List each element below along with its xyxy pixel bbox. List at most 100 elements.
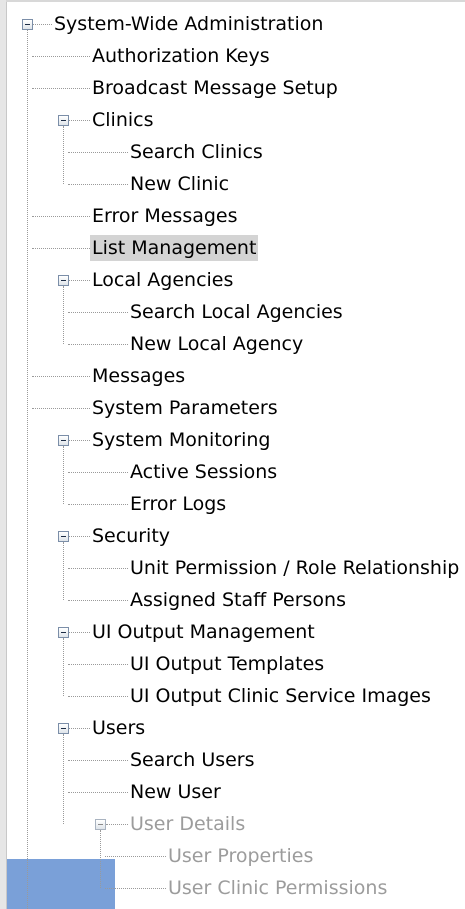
tree-node-broadcast-message-setup[interactable]: Broadcast Message Setup xyxy=(90,73,340,103)
tree-node-label: UI Output Clinic Service Images xyxy=(130,685,431,707)
collapse-toggle-icon[interactable] xyxy=(22,19,33,30)
tree-connector-horizontal xyxy=(68,184,128,185)
tree-node-label: User Properties xyxy=(168,845,314,867)
tree-node-user-properties: User Properties xyxy=(166,841,315,871)
tree-connector-horizontal xyxy=(68,568,128,569)
tree-node-list-management[interactable]: List Management xyxy=(90,233,259,263)
tree-node-system-parameters[interactable]: System Parameters xyxy=(90,393,280,423)
tree-node-label: Broadcast Message Setup xyxy=(92,77,338,99)
tree-node-label: Search Users xyxy=(130,749,255,771)
tree-node-label: System Parameters xyxy=(92,397,278,419)
tree-node-assigned-staff-persons[interactable]: Assigned Staff Persons xyxy=(128,585,348,615)
tree-connector-horizontal xyxy=(68,600,128,601)
tree-node-label: Clinics xyxy=(92,109,154,131)
tree-connector-horizontal xyxy=(69,632,90,633)
tree-connector-vertical xyxy=(100,830,101,888)
tree-node-label: Search Local Agencies xyxy=(130,301,343,323)
tree-node-local-agencies[interactable]: Local Agencies xyxy=(90,265,235,295)
tree-node-label: Users xyxy=(92,717,146,739)
tree-node-label: New User xyxy=(130,781,221,803)
tree-connector-horizontal xyxy=(68,664,128,665)
tree-connector-horizontal xyxy=(69,120,90,121)
tree-node-new-clinic[interactable]: New Clinic xyxy=(128,169,231,199)
tree-node-label: List Management xyxy=(90,235,259,261)
collapse-toggle-icon[interactable] xyxy=(58,115,69,126)
tree-connector-horizontal xyxy=(33,24,52,25)
tree-connector-vertical xyxy=(63,286,64,344)
tree-node-ui-output-management[interactable]: UI Output Management xyxy=(90,617,317,647)
tree-connector-vertical xyxy=(63,638,64,696)
tree-node-clinics[interactable]: Clinics xyxy=(90,105,156,135)
top-frame-border xyxy=(6,0,465,2)
tree-connector-horizontal xyxy=(69,440,90,441)
tree-node-system-wide-administration[interactable]: System-Wide Administration xyxy=(52,9,325,39)
tree-connector-horizontal xyxy=(68,792,128,793)
tree-node-search-local-agencies[interactable]: Search Local Agencies xyxy=(128,297,345,327)
tree-node-ui-output-templates[interactable]: UI Output Templates xyxy=(128,649,326,679)
tree-node-system-monitoring[interactable]: System Monitoring xyxy=(90,425,273,455)
tree-node-label: Active Sessions xyxy=(130,461,278,483)
tree-node-label: Local Agencies xyxy=(92,269,234,291)
tree-connector-vertical xyxy=(63,446,64,504)
tree-connector-horizontal xyxy=(68,312,128,313)
tree-connector-horizontal xyxy=(106,824,128,825)
tree-node-authorization-keys[interactable]: Authorization Keys xyxy=(90,41,272,71)
collapse-toggle-icon[interactable] xyxy=(58,723,69,734)
collapse-toggle-icon[interactable] xyxy=(58,435,69,446)
tree-node-label: Search Clinics xyxy=(130,141,263,163)
tree-node-messages[interactable]: Messages xyxy=(90,361,187,391)
collapse-toggle-icon[interactable] xyxy=(58,627,69,638)
tree-node-label: Error Logs xyxy=(130,493,227,515)
tree-connector-horizontal xyxy=(68,760,128,761)
collapse-toggle-icon xyxy=(95,819,106,830)
tree-node-label: New Clinic xyxy=(130,173,230,195)
tree-connector-horizontal xyxy=(32,56,90,57)
tree-node-new-user[interactable]: New User xyxy=(128,777,223,807)
tree-node-label: Security xyxy=(92,525,171,547)
tree-connector-vertical xyxy=(63,126,64,184)
tree-connector-vertical xyxy=(63,542,64,600)
tree-node-unit-permission-role-relationship[interactable]: Unit Permission / Role Relationship xyxy=(128,553,461,583)
tree-node-label: System-Wide Administration xyxy=(54,13,324,35)
left-frame-border xyxy=(0,0,7,909)
tree-connector-horizontal xyxy=(68,152,128,153)
tree-connector-horizontal xyxy=(32,408,90,409)
tree-connector-horizontal xyxy=(69,280,90,281)
tree-connector-vertical xyxy=(27,30,28,909)
tree-connector-horizontal xyxy=(68,344,128,345)
tree-connector-horizontal xyxy=(68,696,128,697)
tree-node-new-local-agency[interactable]: New Local Agency xyxy=(128,329,305,359)
tree-connector-horizontal xyxy=(68,504,128,505)
tree-node-label: Messages xyxy=(92,365,186,387)
tree-connector-horizontal xyxy=(32,376,90,377)
tree-node-active-sessions[interactable]: Active Sessions xyxy=(128,457,279,487)
tree-node-users[interactable]: Users xyxy=(90,713,147,743)
collapse-toggle-icon[interactable] xyxy=(58,531,69,542)
tree-node-label: User Details xyxy=(130,813,246,835)
admin-navigation-tree: System-Wide Administration Authorization … xyxy=(0,0,465,909)
tree-connector-horizontal xyxy=(32,248,90,249)
tree-node-search-clinics[interactable]: Search Clinics xyxy=(128,137,265,167)
tree-node-user-details: User Details xyxy=(128,809,247,839)
tree-node-security[interactable]: Security xyxy=(90,521,172,551)
tree-node-error-messages[interactable]: Error Messages xyxy=(90,201,240,231)
tree-node-label: New Local Agency xyxy=(130,333,304,355)
tree-node-error-logs[interactable]: Error Logs xyxy=(128,489,228,519)
tree-connector-horizontal xyxy=(68,472,128,473)
tree-node-search-users[interactable]: Search Users xyxy=(128,745,257,775)
tree-connector-horizontal xyxy=(32,216,90,217)
tree-node-label: User Clinic Permissions xyxy=(168,877,388,899)
tree-connector-horizontal xyxy=(105,856,166,857)
selection-block xyxy=(7,859,115,909)
tree-connector-horizontal xyxy=(69,536,90,537)
tree-connector-horizontal xyxy=(105,888,166,889)
tree-node-user-clinic-permissions: User Clinic Permissions xyxy=(166,873,389,903)
tree-node-label: Unit Permission / Role Relationship xyxy=(130,557,460,579)
collapse-toggle-icon[interactable] xyxy=(58,275,69,286)
tree-node-label: UI Output Management xyxy=(92,621,315,643)
tree-node-label: Authorization Keys xyxy=(92,45,270,67)
tree-connector-horizontal xyxy=(69,728,90,729)
tree-node-label: UI Output Templates xyxy=(130,653,325,675)
tree-node-ui-output-clinic-service-images[interactable]: UI Output Clinic Service Images xyxy=(128,681,433,711)
tree-connector-horizontal xyxy=(32,88,90,89)
